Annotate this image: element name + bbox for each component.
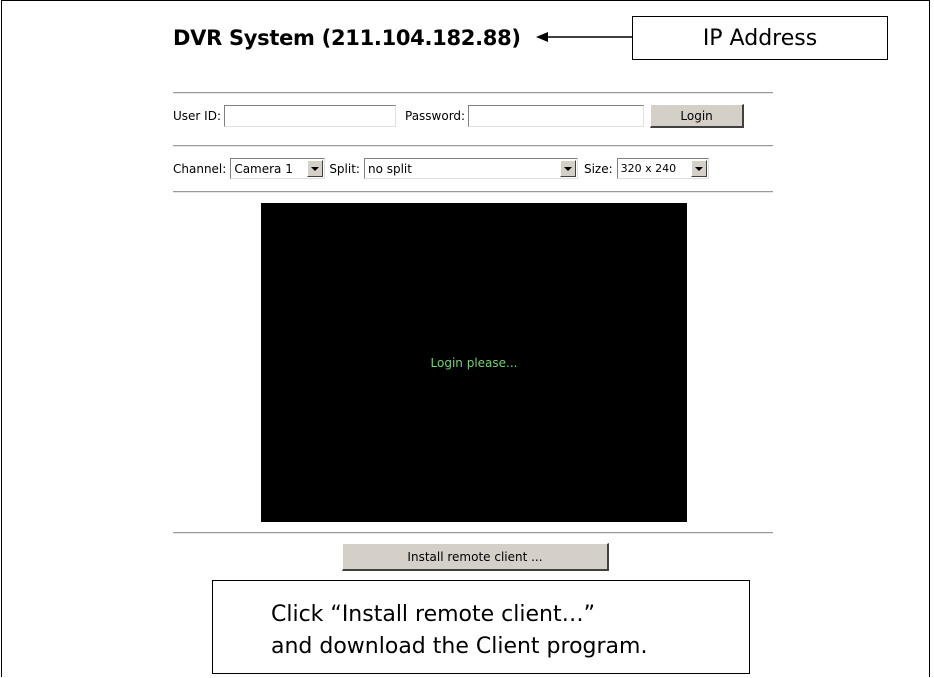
arrow-left-icon: [536, 32, 632, 42]
login-row: User ID: Password: Login: [173, 104, 773, 128]
user-id-label: User ID:: [173, 109, 221, 123]
page-title: DVR System (211.104.182.88): [173, 26, 521, 50]
install-remote-client-button[interactable]: Install remote client ...: [342, 543, 609, 571]
install-callout-line-2: and download the Client program.: [271, 634, 648, 659]
divider: [173, 532, 773, 534]
size-select[interactable]: 320 x 240: [616, 158, 709, 179]
password-label: Password:: [405, 109, 466, 123]
chevron-down-icon[interactable]: [307, 160, 324, 177]
split-select[interactable]: no split: [363, 158, 578, 179]
channel-label: Channel:: [173, 161, 227, 176]
chevron-down-icon[interactable]: [690, 160, 707, 177]
split-select-value: no split: [367, 161, 412, 176]
video-status-text: Login please...: [430, 355, 518, 370]
password-input[interactable]: [468, 105, 645, 127]
divider: [173, 191, 773, 193]
install-callout-line-1: Click “Install remote client…”: [271, 602, 595, 627]
video-viewport: Login please...: [261, 203, 687, 522]
channel-select-value: Camera 1: [234, 161, 293, 176]
ip-address-callout: IP Address: [632, 16, 888, 60]
size-select-value: 320 x 240: [620, 162, 677, 175]
install-instructions-callout: Click “Install remote client…” and downl…: [212, 580, 750, 674]
ip-address-callout-label: IP Address: [702, 25, 818, 51]
controls-row: Channel: Camera 1 Split: no split Size: …: [173, 158, 773, 179]
user-id-input[interactable]: [224, 105, 396, 127]
divider: [173, 92, 773, 94]
login-button[interactable]: Login: [650, 104, 745, 128]
size-label: Size:: [583, 161, 613, 176]
divider: [173, 145, 773, 147]
channel-select[interactable]: Camera 1: [230, 158, 326, 179]
split-label: Split:: [329, 161, 360, 176]
chevron-down-icon[interactable]: [559, 160, 576, 177]
